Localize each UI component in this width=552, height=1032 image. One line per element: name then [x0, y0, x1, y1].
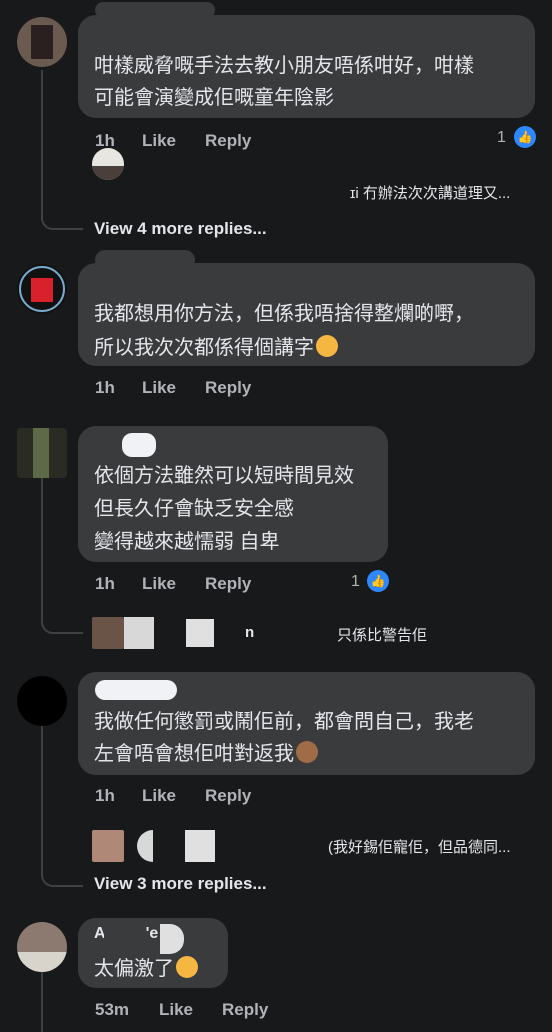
comment-time[interactable]: 1h [95, 574, 115, 594]
comment-text: 變得越來越懦弱 自卑 [94, 531, 280, 553]
reply-button[interactable]: Reply [205, 786, 251, 806]
thread-elbow [41, 855, 83, 887]
reply-avatar-blur [137, 830, 153, 862]
commenter-name[interactable] [95, 250, 195, 270]
comment-text: 咁樣威脅嘅手法去教小朋友唔係咁好，咁樣 [94, 55, 474, 77]
comment-time[interactable]: 1h [95, 378, 115, 398]
reaction-count[interactable]: 1 [497, 129, 506, 147]
reply-avatar[interactable] [92, 148, 124, 180]
reply-avatar-blur [124, 617, 154, 649]
reply-preview-text[interactable]: (我好錫佢寵佢，但品德同... [328, 836, 511, 857]
thumbs-up-icon[interactable]: 👍 [514, 126, 536, 148]
like-button[interactable]: Like [142, 574, 176, 594]
reply-name-blur [186, 619, 214, 647]
comment-text: 左會唔會想佢咁對返我 [94, 738, 318, 770]
comment-text: 可能會演變成佢嘅童年陰影 [94, 87, 334, 109]
comment-text: 但長久仔會缺乏安全感 [94, 498, 294, 520]
commenter-name[interactable] [95, 2, 215, 18]
reaction-count[interactable]: 1 [351, 573, 360, 591]
avatar[interactable] [17, 676, 67, 726]
reply-avatar[interactable] [92, 830, 124, 862]
reply-name-fragment[interactable]: n [245, 624, 254, 641]
thread-line [41, 478, 43, 618]
avatar[interactable] [17, 922, 67, 972]
thread-elbow [41, 200, 83, 230]
comment-time[interactable]: 53m [95, 1000, 129, 1020]
reply-button[interactable]: Reply [205, 574, 251, 594]
like-button[interactable]: Like [142, 378, 176, 398]
commenter-name-blur [104, 926, 138, 948]
like-button[interactable]: Like [142, 131, 176, 151]
comment-text: 依個方法雖然可以短時間見效 [94, 465, 354, 487]
like-button[interactable]: Like [159, 1000, 193, 1020]
commenter-name[interactable] [122, 433, 156, 457]
commenter-name[interactable] [95, 680, 177, 700]
reply-preview-text[interactable]: 只係比警告佢 [337, 624, 427, 645]
reply-button[interactable]: Reply [222, 1000, 268, 1020]
comment-text: 我做任何懲罰或鬧佢前，都會問自己，我老 [94, 711, 474, 733]
pleading-face-emoji [176, 956, 198, 978]
comment-text: 我都想用你方法，但係我唔捨得整爛啲嘢， [94, 303, 474, 325]
reply-name-blur [185, 830, 215, 862]
reply-avatar[interactable] [92, 617, 124, 649]
reply-button[interactable]: Reply [205, 131, 251, 151]
avatar[interactable] [17, 17, 67, 67]
avatar[interactable] [17, 264, 67, 314]
thread-line [41, 70, 43, 220]
thread-elbow [41, 600, 83, 634]
thread-line [41, 972, 43, 1032]
like-button[interactable]: Like [142, 786, 176, 806]
comment-text: 太偏激了 [94, 953, 198, 985]
thread-line [41, 725, 43, 865]
see-no-evil-monkey-emoji [296, 741, 318, 763]
avatar[interactable] [17, 428, 67, 478]
smiling-face-emoji [316, 335, 338, 357]
comment-time[interactable]: 1h [95, 786, 115, 806]
reply-button[interactable]: Reply [205, 378, 251, 398]
view-more-replies[interactable]: View 3 more replies... [94, 874, 267, 894]
thumbs-up-icon[interactable]: 👍 [367, 570, 389, 592]
reply-preview-text[interactable]: ɪi 冇辦法次次講道理又... [350, 182, 510, 203]
view-more-replies[interactable]: View 4 more replies... [94, 219, 267, 239]
comment-text: 所以我次次都係得個講字 [94, 332, 338, 364]
